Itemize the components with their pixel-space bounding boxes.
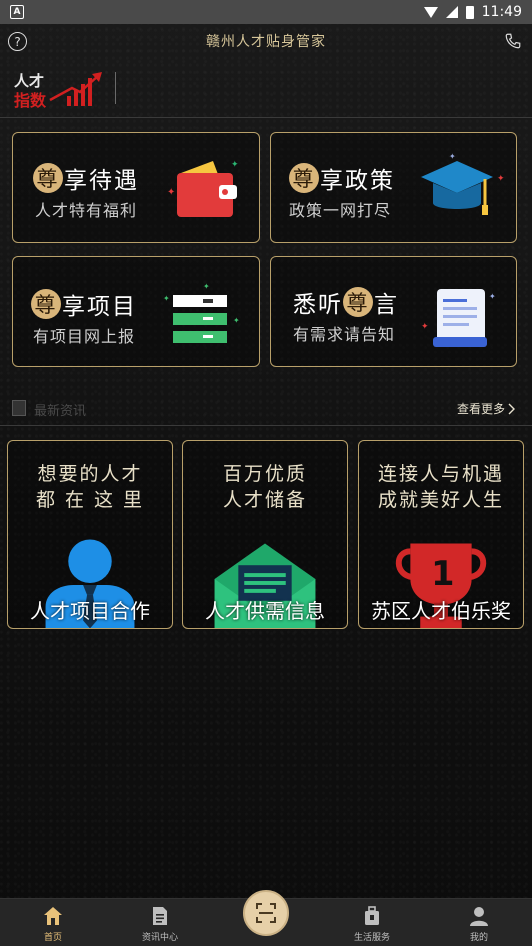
status-time: 11:49	[481, 4, 522, 20]
document-icon	[153, 907, 167, 925]
zun-badge: 尊	[289, 163, 319, 193]
card-project[interactable]: 尊 享项目 有项目网上报 ✦ ✦ ✦	[12, 256, 260, 367]
svg-text:✦: ✦	[233, 316, 240, 325]
svg-text:✦: ✦	[449, 152, 456, 161]
home-icon	[44, 907, 62, 925]
svg-text:✦: ✦	[167, 187, 175, 198]
card-subtitle: 人才特有福利	[35, 201, 138, 220]
news-label: 最新资讯	[34, 404, 87, 419]
help-circle-icon[interactable]: ?	[8, 32, 27, 51]
document-scroll-icon: ✦ ✦	[421, 289, 496, 347]
scan-icon	[256, 903, 276, 923]
svg-text:✦: ✦	[203, 282, 210, 291]
briefcase-icon	[365, 906, 379, 925]
view-more-link[interactable]: 查看更多	[457, 400, 516, 417]
nav-item-news[interactable]: 资讯中心	[120, 899, 200, 946]
svg-text:1: 1	[431, 554, 454, 593]
big-card-line1: 连接人与机遇	[377, 463, 504, 485]
status-bar: A 11:49	[0, 0, 532, 24]
big-card-line2: 人才储备	[222, 489, 307, 511]
phone-icon[interactable]	[504, 32, 522, 50]
svg-text:指数: 指数	[14, 91, 47, 110]
notification-icon: A	[10, 5, 24, 19]
card-subtitle: 政策一网打尽	[289, 201, 392, 220]
svg-text:✦: ✦	[497, 174, 505, 184]
nav-item-profile[interactable]: 我的	[439, 899, 519, 946]
wifi-icon	[423, 6, 438, 18]
card-treatment[interactable]: 尊 享待遇 人才特有福利 ✦ ✦	[12, 132, 260, 243]
nav-item-life-services[interactable]: 生活服务	[332, 899, 412, 946]
svg-text:✦: ✦	[421, 322, 429, 332]
chevron-right-icon	[508, 403, 515, 414]
talent-index-logo: 人才 指数	[14, 72, 102, 110]
scan-button[interactable]	[243, 890, 289, 936]
big-card-project-cooperation[interactable]: 想要的人才 都 在 这 里 人才项目合作	[7, 440, 173, 629]
svg-text:✦: ✦	[489, 292, 496, 301]
big-card-bole-award[interactable]: 连接人与机遇 成就美好人生 1 苏区人才伯乐奖	[358, 440, 524, 629]
big-card-line1: 百万优质	[222, 463, 307, 485]
big-card-line1: 想要的人才	[37, 463, 143, 485]
svg-text:✦: ✦	[163, 294, 170, 303]
server-stack-icon: ✦ ✦ ✦	[163, 282, 240, 343]
big-card-line2: 成就美好人生	[377, 489, 504, 511]
zun-badge: 尊	[343, 287, 373, 317]
battery-icon	[465, 5, 474, 19]
app-header: ? 赣州人才贴身管家	[0, 24, 532, 58]
svg-text:人才: 人才	[14, 72, 44, 90]
nav-item-home[interactable]: 首页	[13, 899, 93, 946]
card-subtitle: 有项目网上报	[33, 327, 136, 346]
svg-text:✦: ✦	[231, 160, 239, 170]
signal-icon	[445, 6, 458, 18]
card-title: 尊 享项目	[31, 287, 137, 321]
card-title: 尊 享待遇	[33, 161, 139, 195]
logo-row: 人才 指数	[0, 58, 532, 118]
logo-divider	[115, 72, 116, 104]
card-subtitle: 有需求请告知	[293, 325, 396, 344]
big-card-caption: 人才项目合作	[30, 599, 150, 623]
card-title: 尊 享政策	[289, 161, 395, 195]
card-title: 悉听 尊 言	[293, 285, 399, 319]
wallet-icon: ✦ ✦	[167, 160, 239, 217]
big-card-caption: 人才供需信息	[205, 599, 325, 623]
zun-badge: 尊	[31, 289, 61, 319]
page-title: 赣州人才贴身管家	[206, 34, 326, 50]
card-policy[interactable]: 尊 享政策 政策一网打尽 ✦ ✦	[270, 132, 517, 243]
card-feedback[interactable]: 悉听 尊 言 有需求请告知 ✦ ✦	[270, 256, 517, 367]
zun-badge: 尊	[33, 163, 63, 193]
big-card-caption: 苏区人才伯乐奖	[371, 599, 511, 623]
news-icon	[12, 400, 26, 416]
news-section-header: 最新资讯 查看更多	[0, 392, 532, 426]
big-card-supply-demand[interactable]: 百万优质 人才储备 人才供需信息	[182, 440, 348, 629]
graduation-cap-icon: ✦ ✦	[421, 152, 505, 215]
big-card-line2: 都 在 这 里	[35, 489, 145, 511]
user-icon	[470, 907, 488, 926]
